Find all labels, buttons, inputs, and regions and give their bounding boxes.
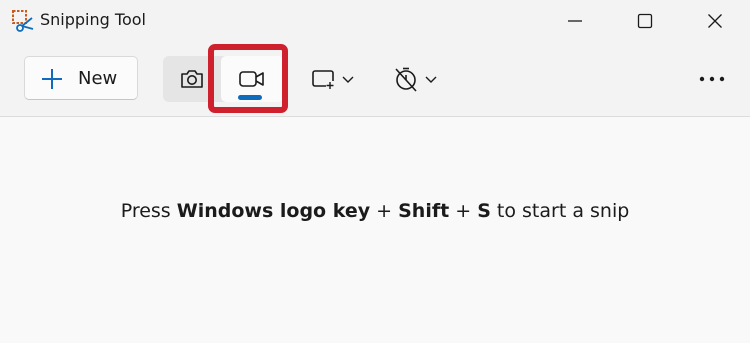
hint-key-windows: Windows logo key xyxy=(176,200,371,222)
hint-key-shift: Shift xyxy=(398,200,450,222)
capture-area: Press Windows logo key + Shift + S to st… xyxy=(0,117,750,343)
close-icon xyxy=(707,13,723,29)
toolbar: New xyxy=(0,42,750,116)
camera-icon xyxy=(179,67,205,91)
close-button[interactable] xyxy=(686,0,744,42)
maximize-button[interactable] xyxy=(616,0,674,42)
delay-timer-dropdown[interactable] xyxy=(392,56,448,102)
minimize-icon xyxy=(567,13,583,29)
hint-plus: + xyxy=(370,200,399,222)
hint-key-s: S xyxy=(477,200,491,222)
chevron-down-icon xyxy=(341,72,355,86)
hint-suffix: to start a snip xyxy=(490,200,630,222)
hint-prefix: Press xyxy=(120,200,177,222)
snipping-tool-window: Snipping Tool New Press Windows logo key… xyxy=(0,0,750,343)
rectangle-snip-icon xyxy=(309,67,337,91)
start-snip-hint: Press Windows logo key + Shift + S to st… xyxy=(0,199,750,223)
maximize-icon xyxy=(637,13,653,29)
title-bar[interactable]: Snipping Tool xyxy=(0,0,750,42)
snipping-tool-icon xyxy=(11,9,35,33)
window-title: Snipping Tool xyxy=(40,10,146,29)
plus-icon xyxy=(40,67,64,91)
more-options-icon xyxy=(699,76,725,82)
no-delay-timer-icon xyxy=(392,66,420,92)
minimize-button[interactable] xyxy=(546,0,604,42)
new-button[interactable]: New xyxy=(24,56,138,100)
new-button-label: New xyxy=(78,68,118,89)
more-options-button[interactable] xyxy=(690,56,734,102)
chevron-down-icon xyxy=(424,72,438,86)
hint-plus: + xyxy=(449,200,478,222)
snip-shape-dropdown[interactable] xyxy=(309,56,365,102)
highlight-box xyxy=(208,44,288,113)
